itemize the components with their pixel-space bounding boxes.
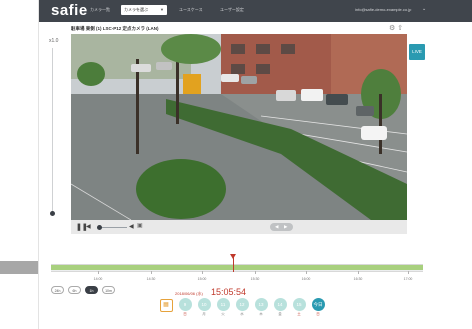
- timeline-label: 14:30: [146, 277, 156, 281]
- current-date: 2018/06/06 (水): [175, 291, 203, 296]
- camera-title: 駐車場 東側 (1) LSC-P12 定点カメラ (LAN): [71, 26, 159, 31]
- live-badge[interactable]: LIVE: [409, 44, 425, 60]
- timeline-tick: [306, 271, 307, 274]
- nav-camera-list[interactable]: カメラ一覧: [90, 7, 110, 13]
- timeline-tick: [202, 271, 203, 274]
- timeline-label: 15:30: [250, 277, 260, 281]
- day-weekday: 日: [183, 312, 187, 316]
- day-weekday: 日: [316, 312, 320, 316]
- share-icon[interactable]: ⇧: [397, 25, 403, 32]
- day-number: 13: [254, 298, 268, 311]
- safie-viewer-window: safie カメラ一覧 カメラを選ぶ ▼ ユースケース ユーザー設定 info@…: [38, 0, 472, 329]
- timeline-labels: 14:00 14:30 15:00 15:30 16:00 16:30 17:0…: [51, 277, 423, 283]
- day-item[interactable]: 11 火: [215, 298, 231, 317]
- day-number: 9: [178, 298, 192, 311]
- frame-nav-pill: ◀ ▶: [270, 223, 293, 231]
- speaker-icon[interactable]: ◀: [129, 224, 134, 231]
- day-weekday: 火: [221, 312, 225, 316]
- account-chevron-icon[interactable]: ⌄: [422, 6, 426, 12]
- day-number: 今日: [311, 298, 325, 311]
- camera-select[interactable]: カメラを選ぶ ▼: [121, 5, 167, 15]
- timeline-cursor[interactable]: [233, 254, 234, 272]
- day-item[interactable]: 13 木: [253, 298, 269, 317]
- timeline-tick: [408, 271, 409, 274]
- volume-icon[interactable]: ◀: [86, 224, 91, 231]
- day-item[interactable]: 10 月: [196, 298, 212, 317]
- account-email[interactable]: info@safie-demo-example.co.jp: [355, 7, 411, 12]
- prev-frame-icon[interactable]: ◀: [275, 223, 278, 231]
- volume-slider-knob[interactable]: [97, 225, 102, 230]
- zoom-1h-button[interactable]: 1h: [85, 286, 98, 294]
- parking-lot-scene: [71, 34, 407, 220]
- background-strip: [0, 261, 38, 274]
- camera-select-label: カメラを選ぶ: [124, 7, 148, 12]
- day-item[interactable]: 12 水: [234, 298, 250, 317]
- day-weekday: 金: [278, 312, 282, 316]
- zoom-10m-button[interactable]: 10m: [102, 286, 115, 294]
- zoom-level: x1.0: [49, 38, 59, 44]
- app-root: safie カメラ一覧 カメラを選ぶ ▼ ユースケース ユーザー設定 info@…: [0, 0, 472, 329]
- nav-user-settings[interactable]: ユーザー設定: [220, 7, 244, 13]
- day-item[interactable]: 14 金: [272, 298, 288, 317]
- timeline-label: 15:00: [197, 277, 207, 281]
- record-icon[interactable]: ▣: [137, 223, 143, 230]
- day-number: 10: [197, 298, 211, 311]
- recording-bar[interactable]: [51, 265, 423, 270]
- timeline-tick: [151, 271, 152, 274]
- camera-header-icons: ⚙ ⇧: [389, 24, 403, 32]
- day-selector: ▦ 9 日 10 月 11 火 12 水 13 木 14 金 15 土 今日 日: [158, 298, 358, 328]
- timeline-label: 16:00: [301, 277, 311, 281]
- timeline-label: 16:30: [353, 277, 363, 281]
- day-number: 12: [235, 298, 249, 311]
- day-weekday: 土: [297, 312, 301, 316]
- timeline-label: 14:00: [93, 277, 103, 281]
- day-item-today[interactable]: 今日 日: [310, 298, 326, 317]
- day-weekday: 木: [259, 312, 263, 316]
- day-item[interactable]: 15 土: [291, 298, 307, 317]
- top-header: safie カメラ一覧 カメラを選ぶ ▼ ユースケース ユーザー設定 info@…: [39, 0, 472, 22]
- timeline-ticks: [51, 271, 423, 276]
- day-weekday: 水: [240, 312, 244, 316]
- chevron-down-icon: ▼: [160, 7, 164, 12]
- day-number: 11: [216, 298, 230, 311]
- zoom-24h-button[interactable]: 24h: [51, 286, 64, 294]
- timeline-tick: [98, 271, 99, 274]
- timeline-tick: [255, 271, 256, 274]
- timeline[interactable]: 14:00 14:30 15:00 15:30 16:00 16:30 17:0…: [51, 254, 423, 288]
- day-item[interactable]: 9 日: [177, 298, 193, 317]
- calendar-button[interactable]: ▦: [158, 298, 174, 312]
- live-video-feed[interactable]: [71, 34, 407, 220]
- day-number: 14: [273, 298, 287, 311]
- timeline-tick: [358, 271, 359, 274]
- player-controls: ❚❚ ◀ ◀ ▣ ◀ ▶: [71, 220, 407, 234]
- timeline-label: 17:00: [403, 277, 413, 281]
- day-weekday: 月: [202, 312, 206, 316]
- calendar-icon: ▦: [159, 299, 173, 312]
- nav-usecase[interactable]: ユースケース: [179, 7, 203, 13]
- zoom-6h-button[interactable]: 6h: [68, 286, 81, 294]
- zoom-slider-track[interactable]: [52, 48, 53, 213]
- day-number: 15: [292, 298, 306, 311]
- next-frame-icon[interactable]: ▶: [284, 223, 287, 231]
- current-time: 15:05:54: [211, 287, 247, 297]
- safie-logo[interactable]: safie: [51, 2, 88, 19]
- settings-icon[interactable]: ⚙: [389, 25, 395, 32]
- zoom-slider-knob[interactable]: [50, 211, 55, 216]
